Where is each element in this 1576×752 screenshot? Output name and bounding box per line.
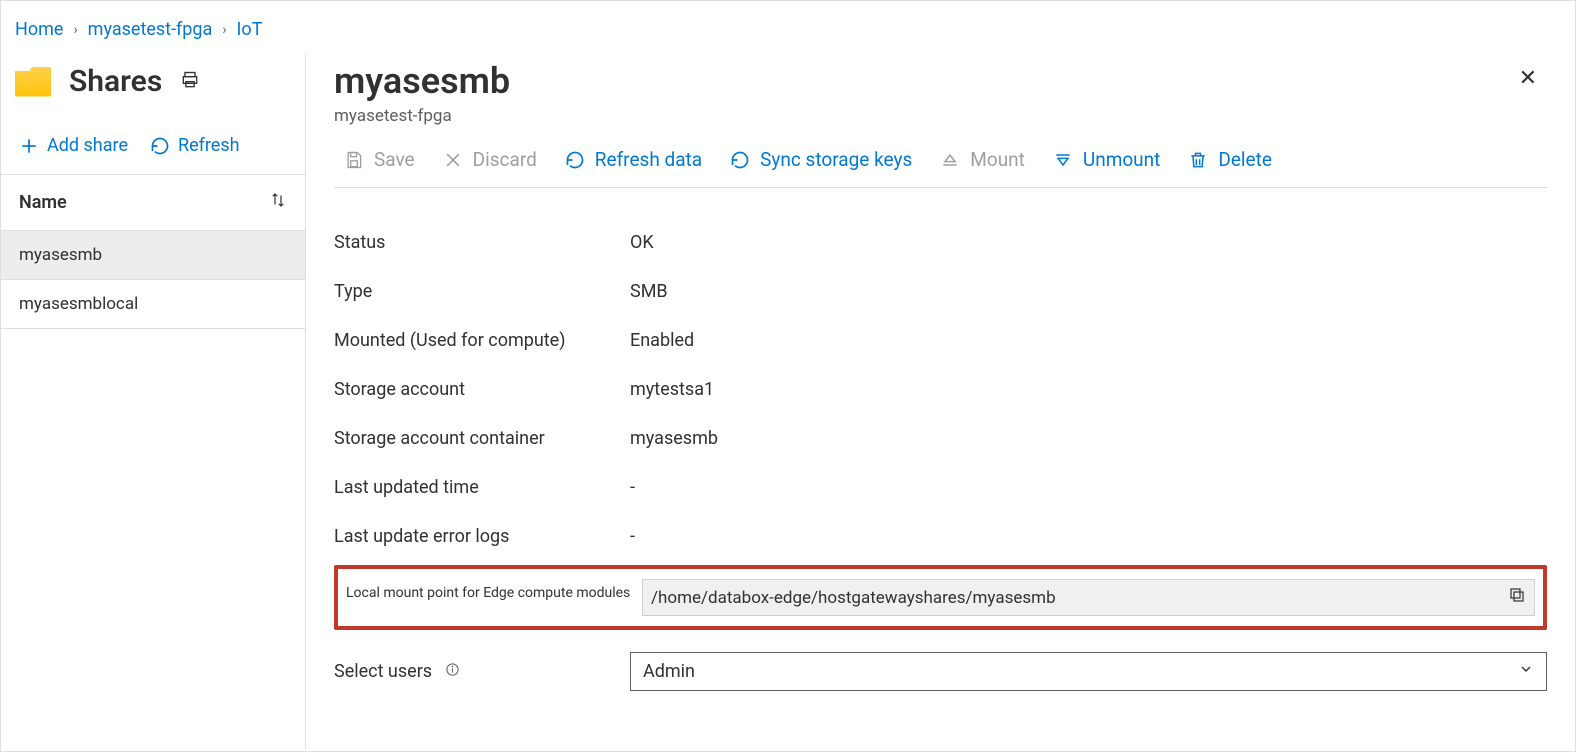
list-item[interactable]: myasesmb [1, 231, 305, 280]
mountpoint-highlight: Local mount point for Edge compute modul… [334, 565, 1547, 630]
type-label: Type [334, 281, 630, 302]
info-icon[interactable] [445, 662, 460, 677]
mountpoint-field: /home/databox-edge/hostgatewayshares/mya… [642, 579, 1535, 616]
close-icon[interactable]: ✕ [1509, 60, 1547, 97]
add-share-label: Add share [47, 135, 128, 156]
detail-panel: myasesmb myasetest-fpga ✕ Save Discard R… [306, 54, 1575, 749]
name-column-header[interactable]: Name [19, 192, 67, 213]
mountpoint-value: /home/databox-edge/hostgatewayshares/mya… [651, 588, 1056, 608]
errorlogs-label: Last update error logs [334, 526, 630, 547]
sort-icon[interactable] [269, 191, 287, 214]
status-value: OK [630, 232, 1547, 253]
page-title: myasesmb [334, 60, 510, 102]
list-item[interactable]: myasesmblocal [1, 280, 305, 329]
storage-account-value: mytestsa1 [630, 379, 1547, 400]
errorlogs-value: - [630, 526, 1547, 547]
print-icon[interactable] [180, 70, 200, 94]
page-subtitle: myasetest-fpga [334, 106, 510, 126]
unmount-button[interactable]: Unmount [1053, 148, 1161, 171]
refresh-data-label: Refresh data [595, 148, 702, 171]
mounted-label: Mounted (Used for compute) [334, 330, 630, 351]
discard-button: Discard [443, 148, 537, 171]
mount-label: Mount [970, 148, 1025, 171]
discard-label: Discard [473, 148, 537, 171]
shares-panel: Shares Add share Refresh Name myasesmb m… [1, 54, 306, 749]
breadcrumb-sep-1: › [73, 22, 77, 38]
mount-button: Mount [940, 148, 1025, 171]
shares-title: Shares [69, 64, 162, 99]
refresh-data-button[interactable]: Refresh data [565, 148, 702, 171]
chevron-down-icon [1518, 661, 1534, 682]
lastupdated-label: Last updated time [334, 477, 630, 498]
mounted-value: Enabled [630, 330, 1547, 351]
folder-icon [15, 67, 51, 97]
refresh-button[interactable]: Refresh [150, 135, 240, 156]
breadcrumb-item-2[interactable]: IoT [237, 19, 263, 40]
container-label: Storage account container [334, 428, 630, 449]
sync-keys-button[interactable]: Sync storage keys [730, 148, 912, 171]
status-label: Status [334, 232, 630, 253]
breadcrumb-sep-2: › [222, 22, 226, 38]
unmount-label: Unmount [1083, 148, 1161, 171]
type-value: SMB [630, 281, 1547, 302]
sync-keys-label: Sync storage keys [760, 148, 912, 171]
storage-account-label: Storage account [334, 379, 630, 400]
selectusers-dropdown[interactable]: Admin [630, 652, 1547, 691]
mountpoint-label: Local mount point for Edge compute modul… [346, 579, 642, 601]
selectusers-value: Admin [643, 661, 695, 682]
delete-button[interactable]: Delete [1188, 148, 1272, 171]
add-share-button[interactable]: Add share [19, 135, 128, 156]
save-button: Save [344, 148, 415, 171]
refresh-label: Refresh [178, 135, 240, 156]
breadcrumb: Home › myasetest-fpga › IoT [1, 1, 1575, 54]
delete-label: Delete [1218, 148, 1272, 171]
copy-icon[interactable] [1508, 586, 1526, 609]
detail-toolbar: Save Discard Refresh data Sync storage k… [334, 126, 1547, 188]
selectusers-label: Select users [334, 661, 630, 682]
breadcrumb-item-1[interactable]: myasetest-fpga [88, 19, 213, 40]
breadcrumb-home[interactable]: Home [15, 19, 63, 40]
lastupdated-value: - [630, 477, 1547, 498]
save-label: Save [374, 148, 415, 171]
container-value: myasesmb [630, 428, 1547, 449]
